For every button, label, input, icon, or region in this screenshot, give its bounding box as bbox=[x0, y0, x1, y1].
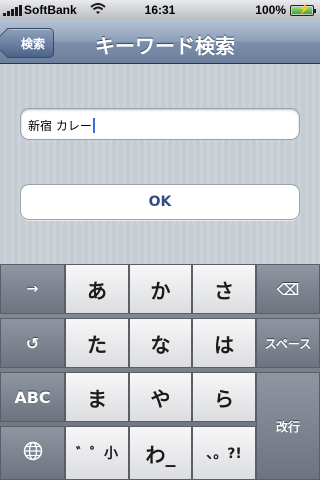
ok-button-label: OK bbox=[148, 194, 172, 210]
key-wa[interactable]: わ_ bbox=[129, 426, 192, 480]
key-ma[interactable]: ま bbox=[65, 372, 129, 422]
key-globe[interactable] bbox=[0, 426, 65, 480]
battery-percentage: 100% bbox=[255, 3, 286, 17]
key-ta[interactable]: た bbox=[65, 318, 129, 368]
content-area: 新宿 カレー OK bbox=[0, 64, 320, 264]
key-label: 改行 bbox=[275, 419, 300, 434]
key-label: や bbox=[150, 386, 171, 411]
key-undo[interactable]: ↺ bbox=[0, 318, 65, 368]
key-label: スペース bbox=[264, 336, 312, 351]
arrow-right-icon: → bbox=[26, 281, 39, 297]
backspace-icon: ⌫ bbox=[276, 279, 300, 299]
back-button[interactable]: 検索 bbox=[7, 28, 54, 58]
key-label: ら bbox=[214, 386, 234, 411]
keyword-input-value: 新宿 カレー bbox=[28, 119, 92, 133]
text-cursor bbox=[92, 118, 95, 133]
back-button-label: 検索 bbox=[20, 36, 45, 51]
globe-icon bbox=[23, 441, 43, 465]
key-ha[interactable]: は bbox=[192, 318, 256, 368]
key-return[interactable]: 改行 bbox=[256, 372, 320, 480]
key-sa[interactable]: さ bbox=[192, 264, 256, 314]
key-label: さ bbox=[214, 278, 234, 303]
key-label: な bbox=[150, 332, 171, 357]
key-label: 、。?! bbox=[206, 446, 242, 462]
key-punctuation[interactable]: 、。?! bbox=[192, 426, 256, 480]
key-abc[interactable]: ABC bbox=[0, 372, 65, 422]
key-next-arrow[interactable]: → bbox=[0, 264, 65, 314]
key-label: た bbox=[87, 332, 107, 357]
battery-icon: ⚡ bbox=[290, 4, 316, 16]
key-delete[interactable]: ⌫ bbox=[256, 264, 320, 314]
undo-icon: ↺ bbox=[25, 333, 40, 353]
keyword-input[interactable]: 新宿 カレー bbox=[20, 108, 300, 140]
status-bar: SoftBank 16:31 100% ⚡ bbox=[0, 0, 320, 20]
key-label: ABC bbox=[14, 387, 51, 407]
key-ra[interactable]: ら bbox=[192, 372, 256, 422]
page-title: キーワード検索 bbox=[95, 34, 235, 58]
key-label: ま bbox=[87, 386, 107, 411]
key-na[interactable]: な bbox=[129, 318, 192, 368]
key-label: わ_ bbox=[145, 442, 176, 467]
key-label: は bbox=[214, 332, 234, 357]
key-dakuten[interactable]: ゛゜小 bbox=[65, 426, 129, 480]
key-ka[interactable]: か bbox=[129, 264, 192, 314]
key-a[interactable]: あ bbox=[65, 264, 129, 314]
key-label: あ bbox=[87, 278, 107, 303]
navigation-bar: 検索 キーワード検索 bbox=[0, 20, 320, 64]
key-label: ゛゜小 bbox=[76, 446, 118, 462]
key-ya[interactable]: や bbox=[129, 372, 192, 422]
japanese-keyboard: → あ か さ ⌫ ↺ た な は スペース ABC ま や ら 改行 ゛゜小 … bbox=[0, 264, 320, 480]
ok-button[interactable]: OK bbox=[20, 184, 300, 220]
key-label: か bbox=[150, 278, 171, 303]
key-space[interactable]: スペース bbox=[256, 318, 320, 368]
